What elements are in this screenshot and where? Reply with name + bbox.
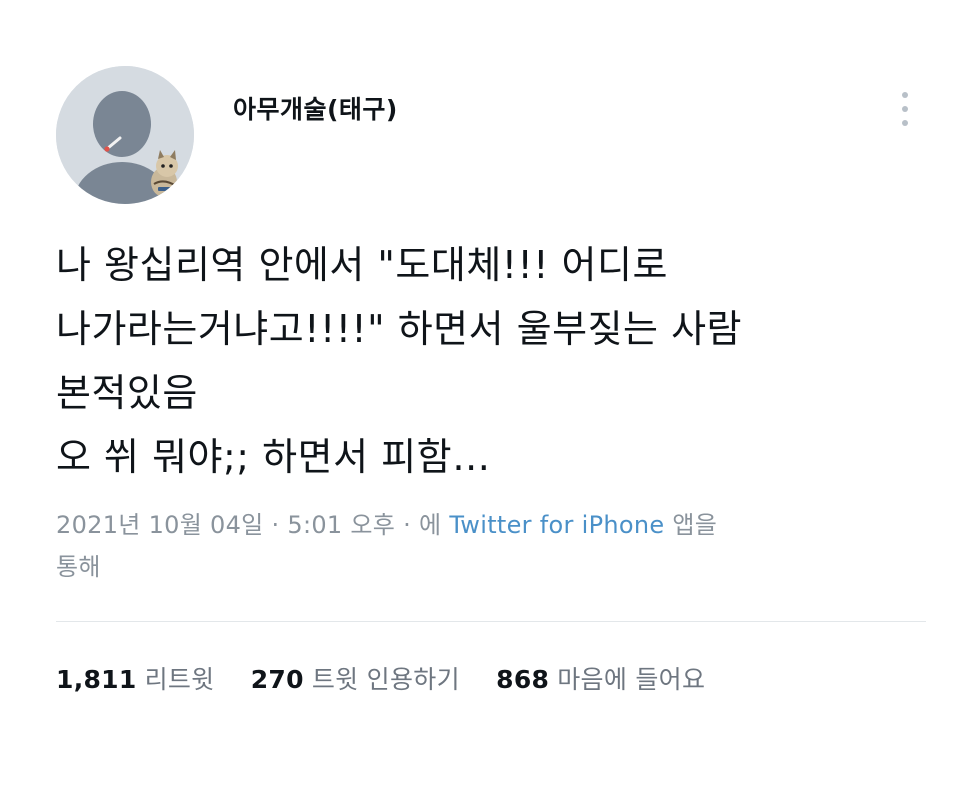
- tweet-text-line: 본적있음: [56, 371, 198, 415]
- source-prefix: 에: [418, 511, 442, 539]
- more-options-button[interactable]: [892, 88, 918, 130]
- meta-separator: ·: [403, 511, 412, 539]
- tweet-metadata: 2021년 10월 04일 · 5:01 오후 · 에 Twitter for …: [56, 504, 936, 588]
- engagement-stats: 1,811 리트윗 270 트윗 인용하기 868 마음에 들어요: [56, 660, 733, 700]
- display-name[interactable]: 아무개술(태구): [233, 90, 398, 126]
- likes-stat[interactable]: 868 마음에 들어요: [496, 660, 705, 700]
- more-vertical-icon: [902, 92, 908, 126]
- tweet-text-line: 나가라는거냐고!!!!" 하면서 울부짖는 사람: [56, 307, 743, 351]
- quotes-label: 트윗 인용하기: [311, 665, 460, 694]
- likes-label: 마음에 들어요: [557, 665, 706, 694]
- source-link[interactable]: Twitter for iPhone: [449, 511, 664, 539]
- tweet-date[interactable]: 2021년 10월 04일: [56, 511, 264, 539]
- avatar[interactable]: [56, 66, 194, 204]
- tweet-text-line: 나 왕십리역 안에서 "도대체!!! 어디로: [56, 243, 668, 287]
- retweets-label: 리트윗: [144, 665, 215, 694]
- retweets-stat[interactable]: 1,811 리트윗: [56, 660, 214, 700]
- tweet-card: 아무개술(태구) 나 왕십리역 안에서 "도대체!!! 어디로 나가라는거냐고!…: [0, 0, 966, 797]
- source-suffix: 앱을: [672, 511, 718, 539]
- avatar-image: [56, 66, 194, 204]
- source-suffix-line2: 통해: [56, 553, 101, 581]
- quotes-stat[interactable]: 270 트윗 인용하기: [251, 660, 460, 700]
- tweet-text: 나 왕십리역 안에서 "도대체!!! 어디로 나가라는거냐고!!!!" 하면서 …: [56, 233, 946, 489]
- tweet-text-line: 오 쒸 뭐야;; 하면서 피함…: [56, 435, 491, 479]
- retweets-count: 1,811: [56, 665, 137, 694]
- meta-separator: ·: [271, 511, 280, 539]
- likes-count: 868: [496, 665, 550, 694]
- divider: [56, 621, 926, 622]
- quotes-count: 270: [250, 665, 304, 694]
- tweet-time[interactable]: 5:01 오후: [287, 511, 395, 539]
